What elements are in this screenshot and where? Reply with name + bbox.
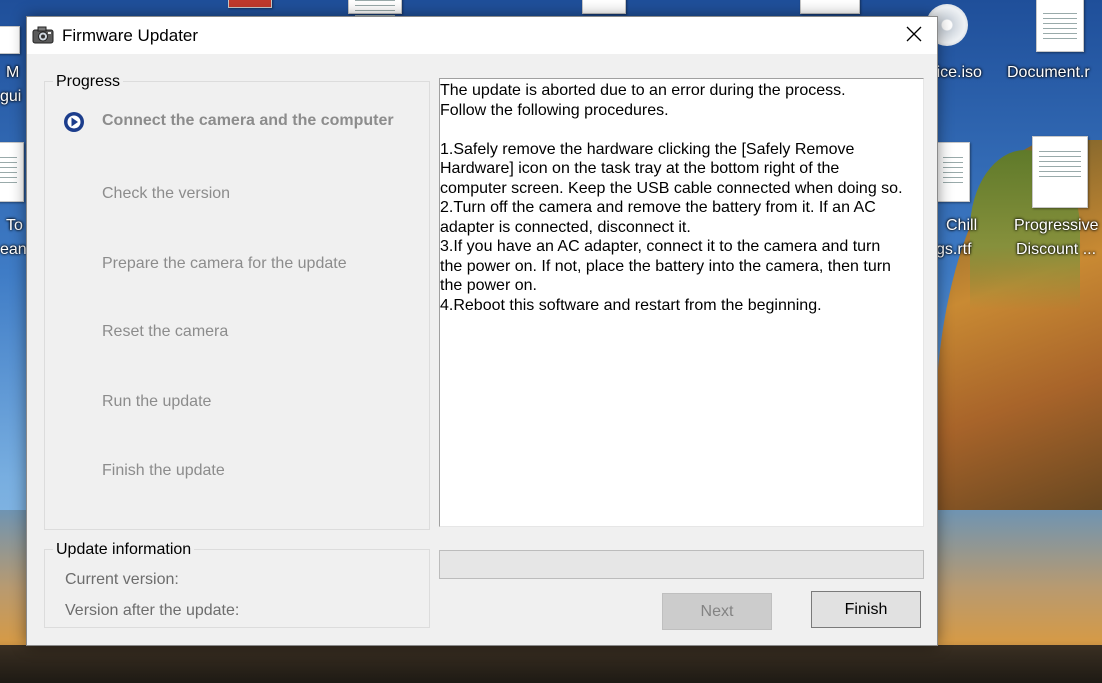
message-line: 3.If you have an AC adapter, connect it … [440, 238, 881, 255]
finish-button[interactable]: Finish [811, 591, 921, 628]
step-connect-camera: Connect the camera and the computer [102, 112, 394, 129]
document-thumbnail-icon[interactable] [348, 0, 402, 25]
title-bar[interactable]: Firmware Updater [27, 17, 937, 54]
desktop-icon-left-mid-line2[interactable]: ean [0, 237, 27, 262]
desktop-icon-progressive[interactable]: Progressive [1014, 213, 1098, 238]
message-line: the power on. If not, place the battery … [440, 257, 891, 275]
message-line: 1.Safely remove the hardware clicking th… [440, 140, 855, 158]
message-line: computer screen. Keep the USB cable conn… [440, 179, 903, 197]
current-step-arrow-icon [64, 112, 84, 132]
document-thumbnail-icon[interactable] [1032, 136, 1088, 208]
next-button[interactable]: Next [662, 593, 772, 630]
wallpaper-shore [0, 645, 1102, 683]
message-line: Hardware] icon on the task tray at the b… [440, 160, 840, 177]
close-button[interactable] [891, 17, 937, 54]
document-thumbnail-icon[interactable] [800, 0, 860, 14]
pdf-file-icon[interactable] [228, 0, 272, 8]
message-line: 2.Turn off the camera and remove the bat… [440, 199, 876, 216]
step-check-version: Check the version [102, 185, 231, 202]
desktop-icon-left-top-line2[interactable]: gui [0, 84, 21, 109]
desktop-icon-chill-line2[interactable]: gs.rtf [936, 237, 972, 262]
update-information-label: Update information [53, 541, 195, 559]
message-line: Follow the following procedures. [440, 101, 669, 119]
close-icon [906, 26, 922, 46]
desktop-icon-left-mid[interactable]: To [6, 213, 23, 238]
firmware-updater-window: Firmware Updater Progress Connect the ca… [26, 16, 938, 646]
camera-app-icon [32, 25, 54, 45]
desktop-icon-left-top[interactable]: M [6, 60, 19, 85]
desktop-icon-document[interactable]: Document.r [1007, 60, 1090, 85]
desktop-icon-progressive-line2[interactable]: Discount ... [1016, 237, 1096, 262]
word-document-icon[interactable] [1036, 0, 1084, 52]
message-line: 4.Reboot this software and restart from … [440, 296, 822, 314]
document-icon[interactable] [0, 142, 24, 202]
desktop-icon-chill[interactable]: Chill [946, 213, 977, 238]
update-progress-bar [439, 550, 924, 579]
message-line: The update is aborted due to an error du… [440, 82, 846, 99]
error-message-textbox[interactable]: The update is aborted due to an error du… [439, 78, 924, 527]
document-thumbnail-icon[interactable] [582, 0, 626, 14]
rtf-document-icon[interactable] [936, 142, 970, 202]
message-line: the power on. [440, 277, 537, 294]
message-line: adapter is connected, disconnect it. [440, 218, 691, 236]
version-after-update-label: Version after the update: [65, 602, 240, 619]
document-icon[interactable] [0, 26, 20, 54]
step-reset-camera: Reset the camera [102, 323, 229, 340]
step-prepare-camera: Prepare the camera for the update [102, 255, 347, 272]
step-run-update: Run the update [102, 393, 212, 410]
progress-group: Progress Connect the camera and the comp… [44, 73, 430, 530]
window-title: Firmware Updater [62, 26, 199, 45]
step-finish-update: Finish the update [102, 462, 225, 479]
update-information-group: Update information Current version: Vers… [44, 541, 430, 628]
current-version-label: Current version: [65, 571, 179, 588]
progress-group-label: Progress [53, 73, 124, 91]
